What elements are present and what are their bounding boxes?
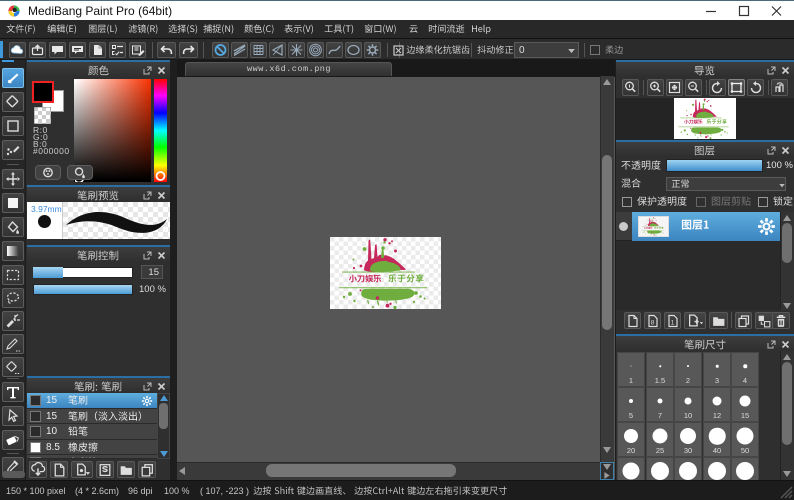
svg-text:1: 1: [671, 320, 675, 327]
svg-text:8: 8: [651, 320, 655, 327]
